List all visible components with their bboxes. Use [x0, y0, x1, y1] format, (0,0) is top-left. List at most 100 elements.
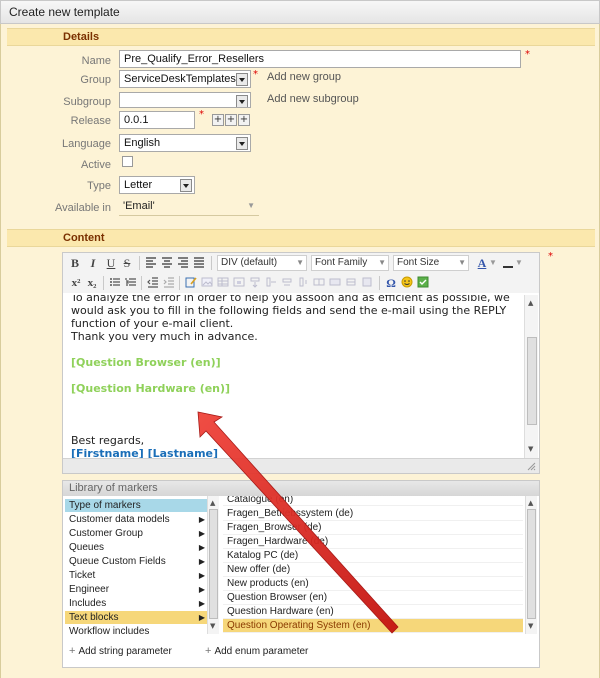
marker-item[interactable]: Fragen_Hardware (de)	[223, 535, 523, 549]
marker-type-item[interactable]: Workflow includes	[65, 625, 207, 635]
marker-type-item[interactable]: Ticket ▶	[65, 569, 207, 582]
intro-paragraph: To analyze the error in order to help yo…	[71, 295, 510, 330]
marker-types-scrollbar[interactable]: ▲ ▼	[207, 496, 219, 634]
table-properties-icon[interactable]	[233, 276, 245, 290]
font-family-value: Font Family	[315, 257, 368, 268]
underline-button[interactable]: U	[105, 256, 117, 270]
marker-types-scrollbar-thumb[interactable]	[209, 509, 218, 619]
scroll-down-icon[interactable]: ▼	[210, 622, 215, 630]
chevron-down-icon	[236, 95, 248, 107]
add-new-subgroup-link[interactable]: Add new subgroup	[267, 93, 359, 105]
outdent-icon[interactable]	[147, 276, 159, 290]
marker-type-item[interactable]: Queue Custom Fields ▶	[65, 555, 207, 568]
marker-type-item[interactable]: Includes ▶	[65, 597, 207, 610]
align-right-icon[interactable]	[177, 256, 189, 270]
toolbar-separator	[103, 276, 104, 290]
add-enum-parameter-button[interactable]: + Add enum parameter	[205, 635, 308, 668]
language-select[interactable]: English	[119, 134, 251, 152]
delete-column-icon[interactable]	[297, 276, 309, 290]
marker-type-item[interactable]: Type of markers	[65, 499, 207, 512]
superscript-button[interactable]: x²	[69, 276, 83, 290]
markers-scrollbar-thumb[interactable]	[527, 509, 536, 619]
insert-table-icon[interactable]	[217, 276, 229, 290]
available-in-value: 'Email'	[123, 200, 155, 212]
editor-scrollbar-thumb[interactable]	[527, 337, 537, 425]
marker-type-item[interactable]: Engineer ▶	[65, 583, 207, 596]
font-size-select[interactable]: Font Size ▼	[393, 255, 469, 271]
background-color-icon[interactable]	[501, 256, 515, 270]
marker-item[interactable]: Question Hardware (en)	[223, 605, 523, 619]
marker-item[interactable]: New offer (de)	[223, 563, 523, 577]
marker-item[interactable]: Fragen_Betriebssystem (de)	[223, 507, 523, 521]
chevron-down-icon	[180, 179, 192, 192]
indent-icon[interactable]	[163, 276, 175, 290]
marker-type-item[interactable]: Customer data models ▶	[65, 513, 207, 526]
add-string-parameter-button[interactable]: + Add string parameter	[69, 635, 172, 668]
subscript-button[interactable]: x₂	[85, 276, 99, 290]
bullet-list-icon[interactable]	[109, 276, 121, 290]
library-of-markers: Library of markers Type of markers Custo…	[62, 480, 540, 668]
marker-type-label: Customer Group	[69, 528, 143, 539]
scroll-up-icon[interactable]: ▲	[528, 299, 533, 307]
scroll-up-icon[interactable]: ▲	[528, 499, 533, 507]
marker-type-item[interactable]: Queues ▶	[65, 541, 207, 554]
font-family-select[interactable]: Font Family ▼	[311, 255, 389, 271]
insert-image-icon[interactable]	[201, 276, 213, 290]
marker-type-item[interactable]: Customer Group ▶	[65, 527, 207, 540]
align-center-icon[interactable]	[161, 256, 173, 270]
delete-row-icon[interactable]	[281, 276, 293, 290]
italic-button[interactable]: I	[87, 256, 99, 270]
special-character-icon[interactable]: Ω	[385, 276, 397, 290]
merge-cells-icon[interactable]	[329, 276, 341, 290]
align-justify-icon[interactable]	[193, 256, 205, 270]
release-label: Release	[70, 115, 111, 127]
marker-item[interactable]: Fragen_Browser (de)	[223, 521, 523, 535]
marker-item-selected[interactable]: Question Operating System (en)	[223, 619, 523, 633]
subgroup-select[interactable]	[119, 92, 251, 108]
strikethrough-button[interactable]: S	[121, 256, 133, 270]
marker-item[interactable]: Question Browser (en)	[223, 591, 523, 605]
chevron-down-icon[interactable]: ▼	[515, 256, 523, 270]
marker-type-item[interactable]: Text blocks ▶	[65, 611, 207, 624]
release-increment-patch-button[interactable]: +	[238, 114, 250, 126]
toolbar-separator	[211, 256, 212, 270]
emoticon-icon[interactable]	[401, 276, 413, 290]
scroll-down-icon[interactable]: ▼	[528, 622, 533, 630]
marker-item[interactable]: Catalogue (en)	[223, 496, 523, 506]
markers-scrollbar[interactable]: ▲ ▼	[525, 496, 537, 634]
release-increment-minor-button[interactable]: +	[225, 114, 237, 126]
marker-question-hardware[interactable]: [Question Hardware (en)]	[71, 382, 517, 395]
editor-content-area[interactable]: To analyze the error in order to help yo…	[65, 295, 523, 467]
resize-handle-icon[interactable]	[527, 462, 536, 471]
block-format-select[interactable]: DIV (default) ▼	[217, 255, 307, 271]
cell-properties-icon[interactable]	[361, 276, 373, 290]
scroll-up-icon[interactable]: ▲	[210, 499, 215, 507]
marker-item[interactable]: Katalog PC (de)	[223, 549, 523, 563]
font-color-button[interactable]: A	[475, 256, 489, 270]
name-input[interactable]: Pre_Qualify_Error_Resellers	[119, 50, 521, 68]
numbered-list-icon[interactable]	[125, 276, 137, 290]
editor-scrollbar[interactable]: ▲ ▼	[524, 295, 538, 467]
release-increment-major-button[interactable]: +	[212, 114, 224, 126]
insert-column-icon[interactable]	[265, 276, 277, 290]
split-cell-icon[interactable]	[313, 276, 325, 290]
edit-html-icon[interactable]	[185, 276, 197, 290]
type-select[interactable]: Letter	[119, 176, 195, 194]
marker-type-label: Queue Custom Fields	[69, 556, 166, 567]
active-checkbox[interactable]	[122, 156, 133, 167]
spellcheck-icon[interactable]	[417, 276, 429, 290]
available-in-select[interactable]: 'Email' ▼	[119, 198, 259, 216]
insert-row-icon[interactable]	[249, 276, 261, 290]
marker-item[interactable]: New products (en)	[223, 577, 523, 591]
group-select[interactable]: ServiceDeskTemplates	[119, 70, 251, 88]
marker-question-browser[interactable]: [Question Browser (en)]	[71, 356, 517, 369]
row-properties-icon[interactable]	[345, 276, 357, 290]
chevron-right-icon: ▶	[198, 557, 205, 566]
add-new-group-link[interactable]: Add new group	[267, 71, 341, 83]
chevron-down-icon[interactable]: ▼	[489, 256, 497, 270]
scroll-down-icon[interactable]: ▼	[528, 445, 533, 453]
release-input[interactable]: 0.0.1	[119, 111, 195, 129]
bold-button[interactable]: B	[69, 256, 81, 270]
plus-icon: +	[205, 645, 212, 657]
align-left-icon[interactable]	[145, 256, 157, 270]
